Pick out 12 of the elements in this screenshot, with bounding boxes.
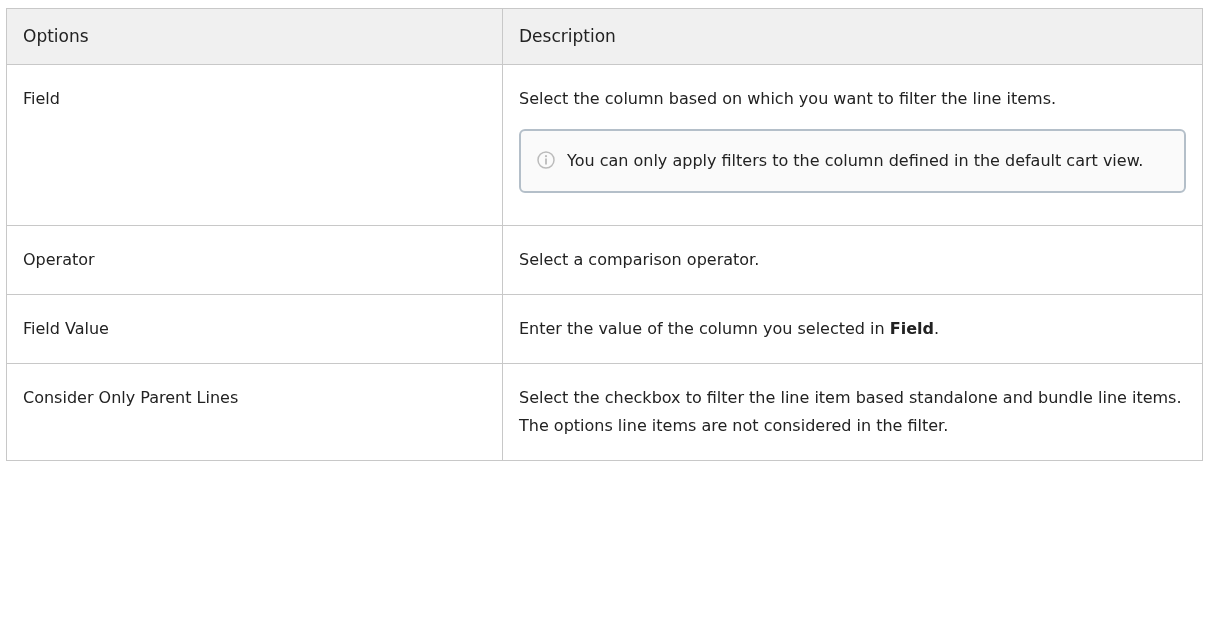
description-text: Select a comparison operator. <box>519 249 761 271</box>
table-cell: Field <box>6 64 503 226</box>
column-header: Options <box>6 8 503 65</box>
note-text: You can only apply filters to the column defined in the default cart view. <box>567 150 1144 172</box>
description-text: Select the column based on which you want to filter the line items. <box>519 88 1058 110</box>
description-text: Select the checkbox to filter the line item based standalone and bundle line items. The options line items are not considered in the filter. <box>519 387 1183 437</box>
info-icon <box>537 151 555 169</box>
table-cell: Field Value <box>6 294 503 364</box>
table-cell: Operator <box>6 225 503 295</box>
table-cell: Consider Only Parent Lines <box>6 363 503 461</box>
column-header: Description <box>502 8 1203 65</box>
description-text: Enter the value of the column you selected in Field. <box>519 318 941 340</box>
